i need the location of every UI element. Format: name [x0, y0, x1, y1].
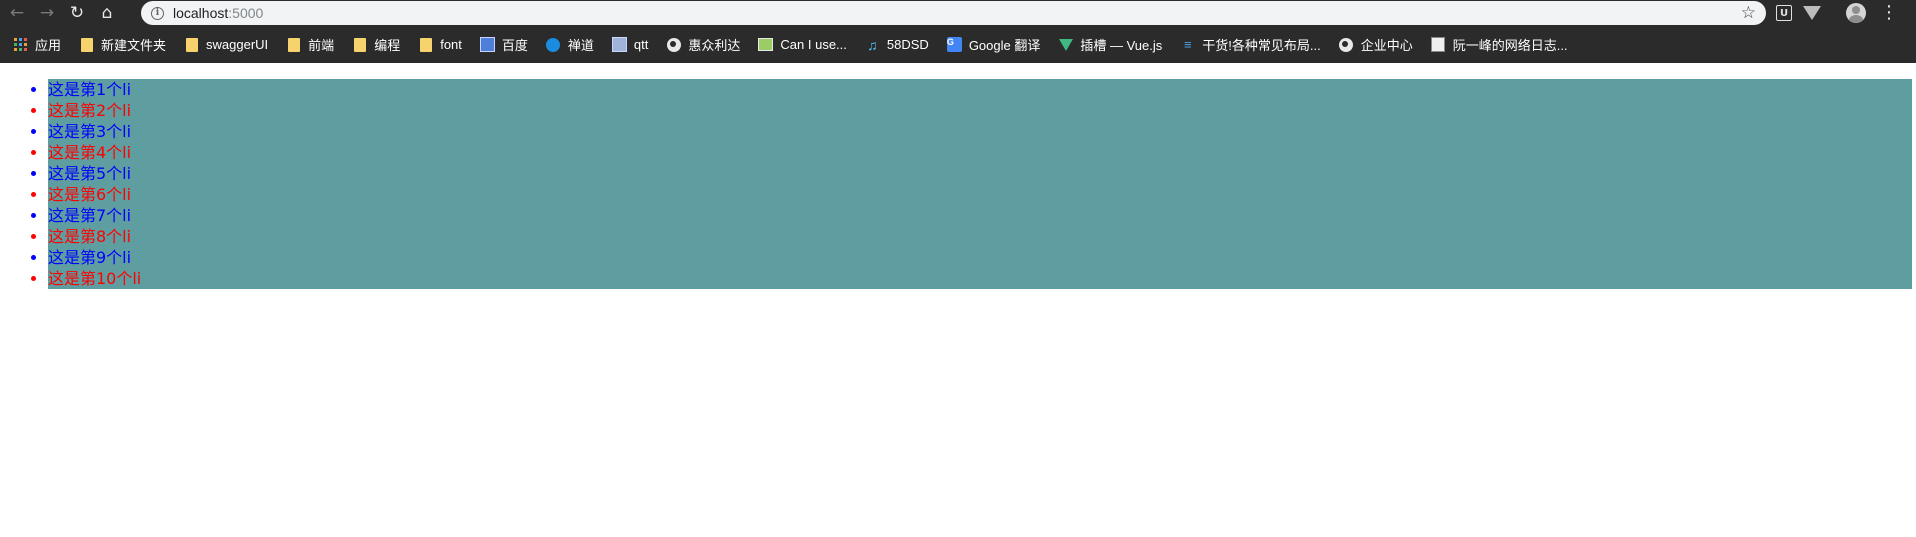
bookmark-google-translate[interactable]: G Google 翻译 — [946, 26, 1041, 63]
bookmark-label: 前端 — [308, 38, 335, 53]
extensions-area: U ⋮ — [1776, 0, 1898, 26]
bookmark-folder-programming[interactable]: 编程 — [352, 26, 400, 63]
url-text[interactable]: localhost:5000 — [173, 5, 263, 21]
bookmark-label: 惠众利达 — [688, 38, 741, 53]
google-translate-icon: G — [946, 37, 962, 52]
info-icon[interactable]: i — [151, 6, 164, 20]
bookmark-58dsd[interactable]: ♫ 58DSD — [865, 26, 929, 63]
layers-icon: ≡ — [1183, 37, 1192, 52]
folder-icon — [418, 37, 433, 52]
bookmark-caniuse[interactable]: Can I use... — [758, 26, 847, 63]
bookmark-label: 插槽 — Vue.js — [1080, 38, 1163, 53]
caniuse-icon — [758, 37, 774, 52]
bookmark-zentao[interactable]: 禅道 — [546, 26, 594, 63]
bookmark-label: swaggerUI — [206, 37, 269, 52]
forward-arrow-icon[interactable]: → — [34, 0, 60, 26]
folder-icon — [352, 37, 367, 52]
bookmark-ruanyifeng-blog[interactable]: 阮一峰的网络日志... — [1431, 26, 1568, 63]
bookmark-label: 百度 — [501, 38, 528, 53]
bookmarks-bar: 应用 新建文件夹 swaggerUI 前端 编程 font 百度 禅道 qtt … — [0, 26, 1916, 63]
list-item: 这是第2个li — [48, 100, 1912, 121]
bookmark-label: 阮一峰的网络日志... — [1452, 38, 1568, 53]
list-item: 这是第9个li — [48, 247, 1912, 268]
folder-icon — [286, 37, 301, 52]
bookmark-layouts[interactable]: ≡ 干货!各种常见布局... — [1180, 26, 1321, 63]
back-arrow-icon[interactable]: ← — [4, 0, 30, 26]
page-content: 这是第1个li 这是第2个li 这是第3个li 这是第4个li 这是第5个li … — [0, 63, 1916, 537]
bookmark-folder-font[interactable]: font — [418, 26, 462, 63]
extension-u-icon[interactable]: U — [1776, 5, 1792, 21]
baidu-icon — [479, 37, 495, 52]
address-bar[interactable]: i localhost:5000 ☆ — [141, 1, 1766, 25]
bookmark-label: Can I use... — [780, 37, 847, 52]
bookmark-label: 新建文件夹 — [101, 38, 167, 53]
list-item: 这是第1个li — [48, 79, 1912, 100]
reload-icon[interactable]: ↻ — [64, 0, 90, 26]
kebab-menu-icon[interactable]: ⋮ — [1880, 4, 1898, 22]
home-icon[interactable]: ⌂ — [94, 0, 120, 26]
bookmark-label: font — [440, 37, 462, 52]
zentao-icon — [546, 37, 561, 52]
bookmark-label: 干货!各种常见布局... — [1202, 38, 1321, 53]
bookmark-label: 企业中心 — [1360, 38, 1413, 53]
music-note-icon: ♫ — [867, 36, 878, 53]
bookmark-apps[interactable]: 应用 — [13, 26, 61, 63]
apps-grid-icon — [13, 37, 28, 52]
list-item: 这是第5个li — [48, 163, 1912, 184]
folder-icon — [184, 37, 199, 52]
list-item: 这是第3个li — [48, 121, 1912, 142]
browser-toolbar: ← → ↻ ⌂ i localhost:5000 ☆ U ⋮ — [0, 0, 1916, 26]
folder-icon — [79, 37, 94, 52]
star-icon[interactable]: ☆ — [1741, 3, 1756, 23]
bookmark-folder-new[interactable]: 新建文件夹 — [79, 26, 166, 63]
bookmark-label: 禅道 — [567, 38, 594, 53]
list-item: 这是第6个li — [48, 184, 1912, 205]
extension-vue-devtools-icon[interactable] — [1803, 5, 1821, 21]
list-item: 这是第10个li — [48, 268, 1912, 289]
list-item: 这是第7个li — [48, 205, 1912, 226]
bookmark-huizhonglida[interactable]: 惠众利达 — [666, 26, 740, 63]
vue-icon — [1058, 37, 1073, 52]
document-icon — [1431, 37, 1446, 52]
url-port: :5000 — [228, 5, 264, 21]
bookmark-label: Google 翻译 — [968, 38, 1041, 53]
list-item: 这是第4个li — [48, 142, 1912, 163]
profile-avatar[interactable] — [1846, 3, 1866, 23]
bookmark-label: 应用 — [35, 38, 62, 53]
bookmark-folder-frontend[interactable]: 前端 — [286, 26, 334, 63]
bookmark-enterprise-center[interactable]: 企业中心 — [1339, 26, 1413, 63]
globe-icon — [666, 37, 681, 52]
qtt-icon — [611, 37, 627, 52]
bookmark-folder-swaggerui[interactable]: swaggerUI — [184, 26, 268, 63]
bookmark-label: qtt — [633, 37, 649, 52]
bookmark-baidu[interactable]: 百度 — [479, 26, 528, 63]
bookmark-vue-slots[interactable]: 插槽 — Vue.js — [1058, 26, 1162, 63]
list-item: 这是第8个li — [48, 226, 1912, 247]
bookmark-label: 编程 — [374, 38, 401, 53]
url-host: localhost — [173, 5, 229, 21]
bookmark-qtt[interactable]: qtt — [611, 26, 649, 63]
globe-icon — [1339, 37, 1354, 52]
bookmark-label: 58DSD — [886, 37, 929, 52]
li-list: 这是第1个li 这是第2个li 这是第3个li 这是第4个li 这是第5个li … — [0, 79, 1912, 289]
